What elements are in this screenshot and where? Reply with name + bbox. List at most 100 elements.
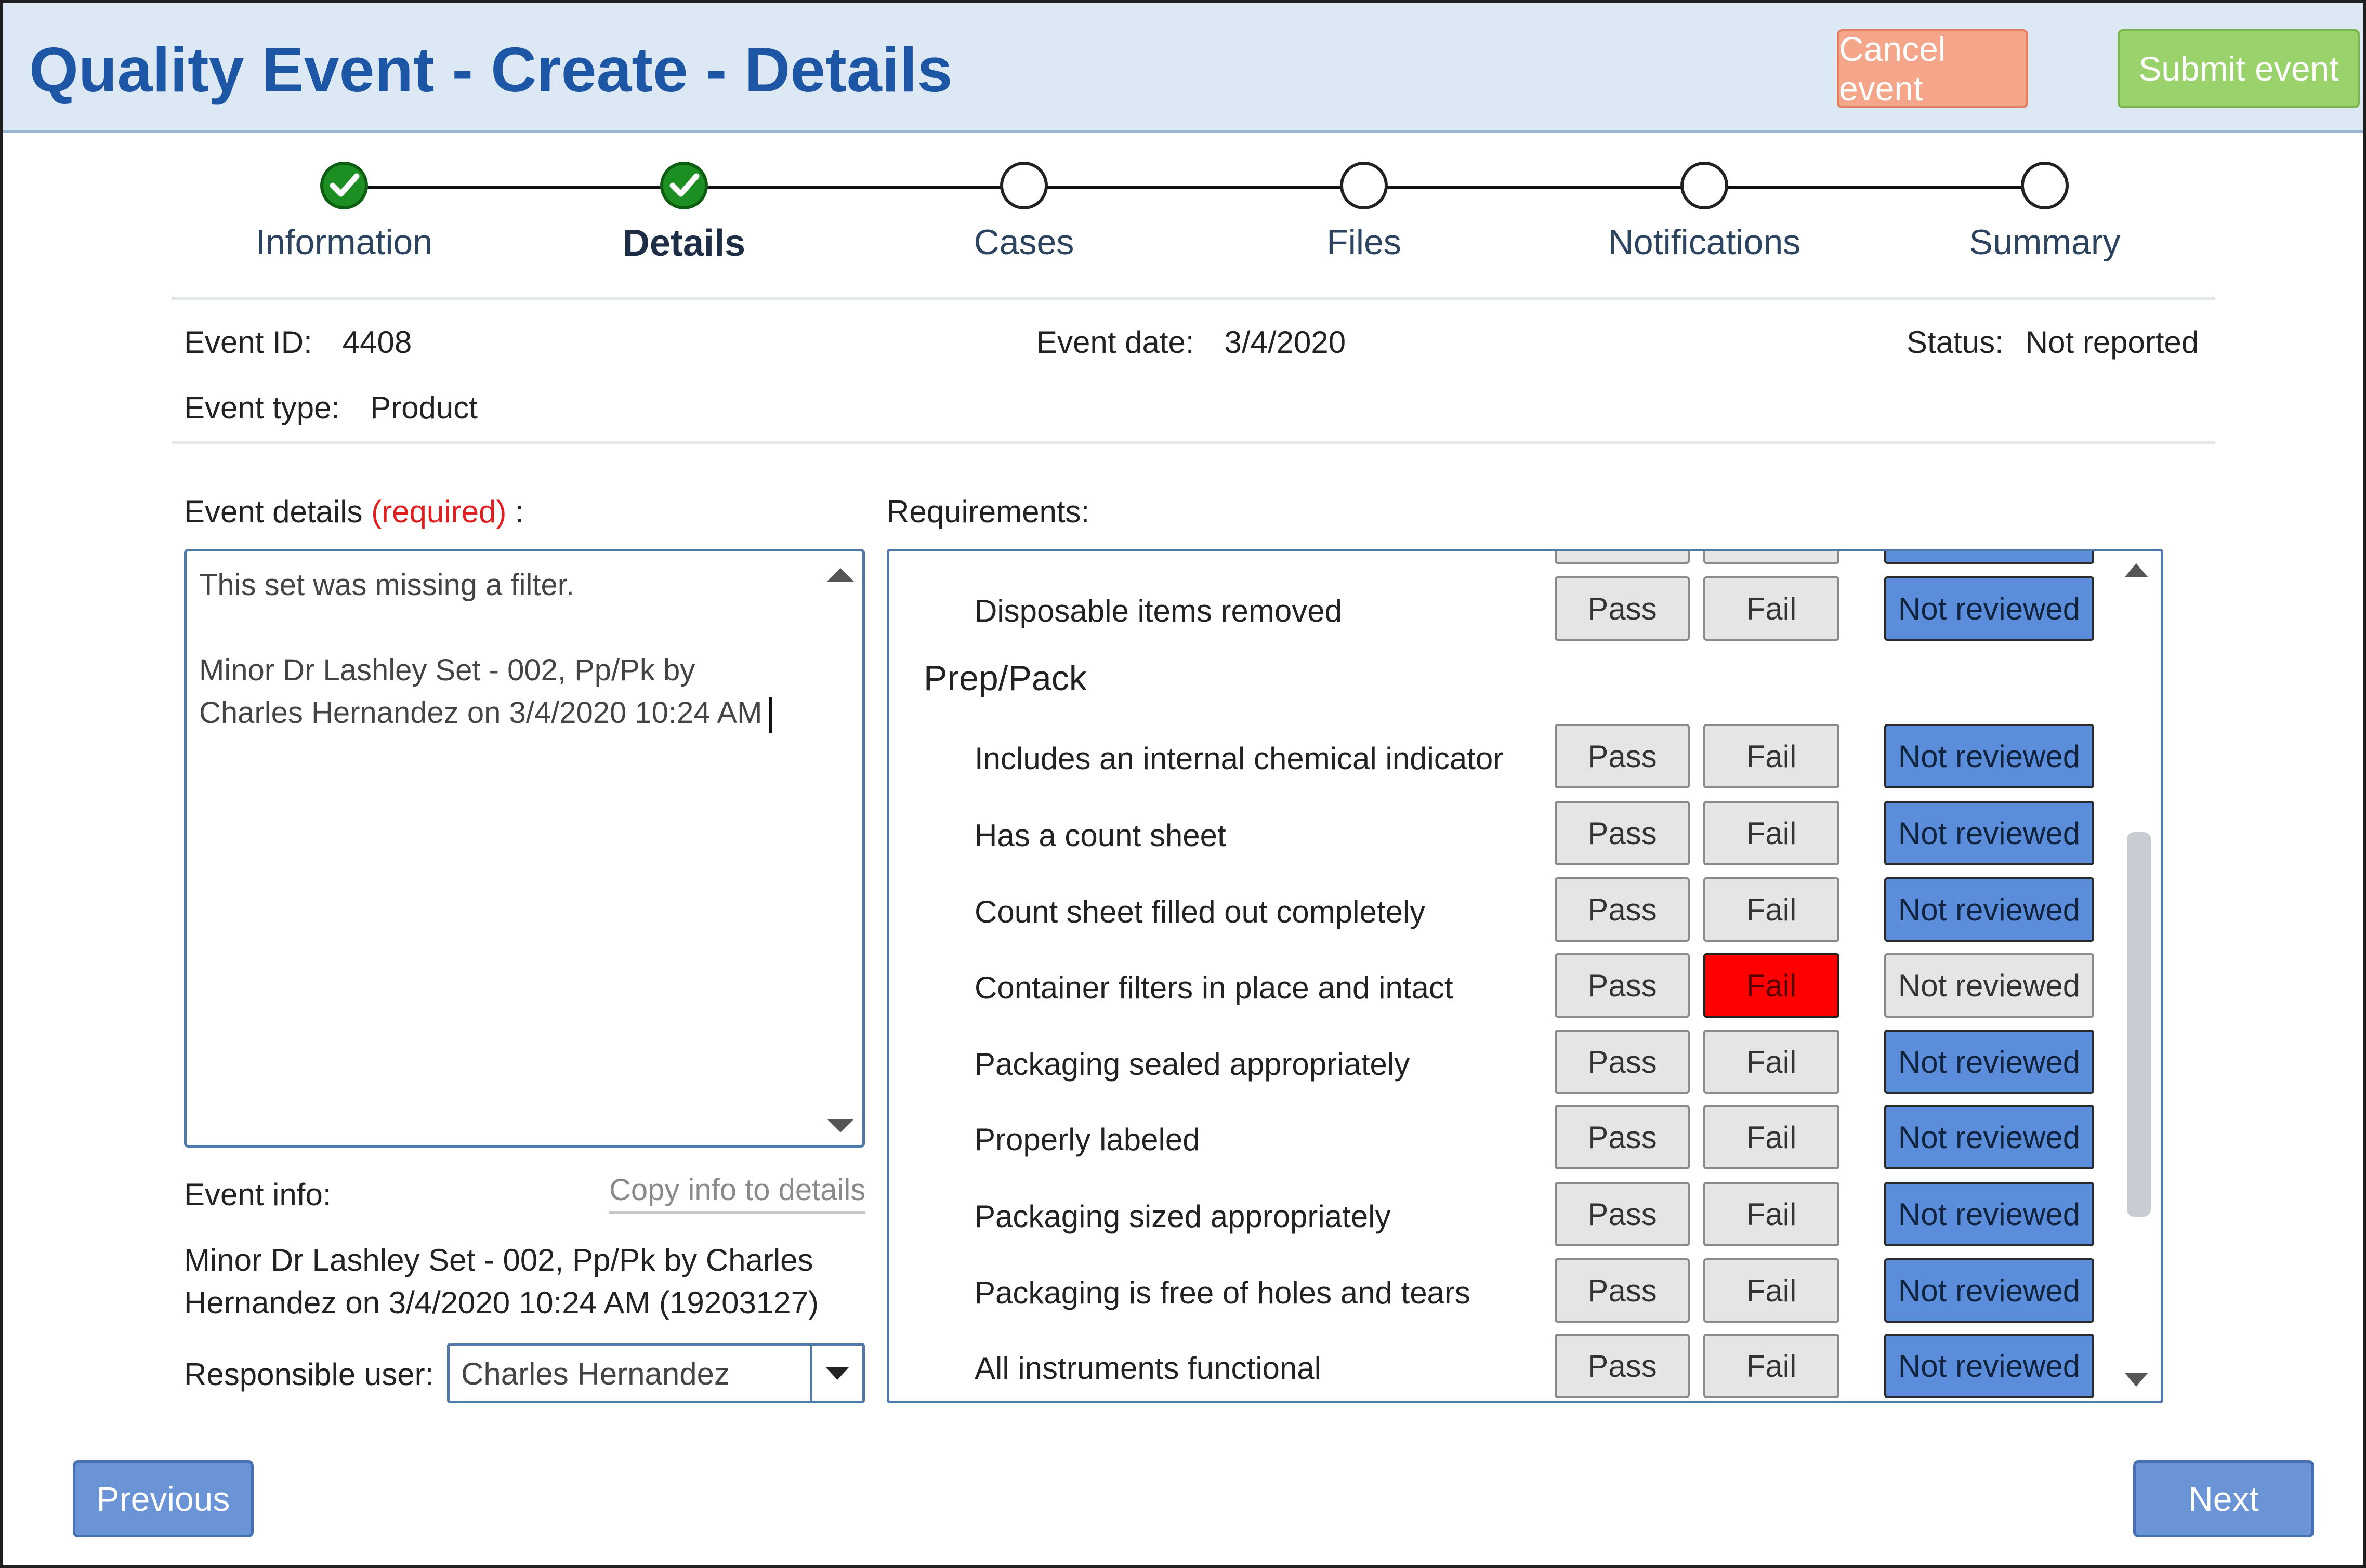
requirement-row: All instruments functional Pass Fail Not re… <box>889 1334 2132 1401</box>
event-type-label: Event type: <box>184 390 340 425</box>
select-separator <box>810 1346 812 1401</box>
scroll-up-icon[interactable] <box>2125 563 2148 577</box>
pass-button[interactable]: Pass <box>1555 1258 1690 1323</box>
next-button[interactable]: Next <box>2133 1460 2314 1537</box>
pass-button[interactable]: Pass <box>1555 801 1690 865</box>
requirement-label: Includes an internal chemical indicator <box>975 741 1504 776</box>
step-notifications[interactable]: Notifications <box>1564 162 1845 262</box>
status-badge: Not reported <box>2025 325 2199 360</box>
fail-button[interactable]: Fail <box>1703 801 1839 865</box>
pass-button[interactable]: Pass <box>1555 1182 1690 1246</box>
fail-button[interactable]: Fail <box>1703 1258 1839 1323</box>
fail-button[interactable]: Fail <box>1703 877 1839 942</box>
requirement-label: Packaging sized appropriately <box>975 1199 1391 1234</box>
step-pending-dot <box>1680 162 1728 209</box>
step-label: Notifications <box>1608 222 1801 262</box>
step-label: Details <box>622 222 746 264</box>
scroll-up-icon[interactable] <box>827 568 854 582</box>
pass-button[interactable] <box>1555 551 1690 564</box>
pass-button[interactable]: Pass <box>1555 877 1690 942</box>
pass-button[interactable]: Pass <box>1555 1030 1690 1094</box>
event-details-label: Event details (required) : <box>184 494 524 530</box>
not-reviewed-button[interactable]: Not reviewed <box>1884 1182 2094 1246</box>
pass-button[interactable]: Pass <box>1555 953 1690 1018</box>
event-info-text: Minor Dr Lashley Set - 002, Pp/Pk by Cha… <box>184 1239 870 1324</box>
requirement-label: Packaging is free of holes and tears <box>975 1275 1470 1310</box>
event-id-value: 4408 <box>342 325 412 360</box>
fail-button[interactable]: Fail <box>1703 724 1839 788</box>
responsible-user-select[interactable]: Charles Hernandez <box>447 1343 865 1403</box>
event-date-label: Event date: <box>1036 325 1194 360</box>
step-information[interactable]: Information <box>204 162 484 262</box>
step-label: Information <box>255 222 433 262</box>
not-reviewed-button[interactable]: Not reviewed <box>1884 801 2094 865</box>
event-id: Event ID: 4408 <box>184 324 412 360</box>
not-reviewed-button[interactable]: Not reviewed <box>1884 724 2094 788</box>
not-reviewed-button[interactable]: Not reviewed <box>1884 1334 2094 1398</box>
requirement-row: Container filters in place and intact Pas… <box>889 953 2132 1021</box>
divider-top <box>172 297 2215 300</box>
fail-button[interactable]: Fail <box>1703 1030 1839 1094</box>
requirement-row: Packaging sealed appropriately Pass Fail No… <box>889 1030 2132 1097</box>
requirement-row: Packaging sized appropriately Pass Fail Not… <box>889 1182 2132 1249</box>
header-bar: Quality Event - Create - Details Cancel … <box>3 3 2363 133</box>
fail-button[interactable] <box>1703 551 1839 564</box>
event-details-content[interactable]: This set was missing a filter. Minor Dr … <box>199 564 812 734</box>
not-reviewed-button[interactable]: Not reviewed <box>1884 1105 2094 1169</box>
fail-button[interactable]: Fail <box>1703 1334 1839 1398</box>
scrollbar-thumb[interactable] <box>2127 832 2151 1217</box>
not-reviewed-button[interactable]: Not reviewed <box>1884 953 2094 1018</box>
fail-button[interactable]: Fail <box>1703 576 1839 641</box>
responsible-user-value: Charles Hernandez <box>461 1356 730 1391</box>
step-complete-dot <box>320 162 368 209</box>
fail-button[interactable]: Fail <box>1703 953 1839 1018</box>
cancel-event-button[interactable]: Cancel event <box>1837 29 2028 108</box>
requirements-list[interactable]: Disposable items removed Pass Fail Not r… <box>887 549 2163 1403</box>
fail-button[interactable]: Fail <box>1703 1182 1839 1246</box>
not-reviewed-button[interactable] <box>1884 551 2094 564</box>
previous-button[interactable]: Previous <box>73 1460 254 1537</box>
pass-button[interactable]: Pass <box>1555 1105 1690 1169</box>
step-label: Summary <box>1969 222 2121 262</box>
scroll-down-icon[interactable] <box>2125 1373 2148 1387</box>
step-label: Cases <box>974 222 1074 262</box>
event-date: Event date: 3/4/2020 <box>1036 324 1346 360</box>
requirement-label: Disposable items removed <box>975 594 1342 628</box>
step-files[interactable]: Files <box>1224 162 1504 262</box>
scroll-down-icon[interactable] <box>827 1119 854 1132</box>
pass-button[interactable]: Pass <box>1555 1334 1690 1398</box>
event-details-label-suffix: : <box>506 494 524 529</box>
step-pending-dot <box>1340 162 1388 209</box>
step-complete-dot <box>660 162 708 209</box>
event-details-textarea[interactable]: This set was missing a filter. Minor Dr … <box>184 549 865 1148</box>
step-label: Files <box>1326 222 1401 262</box>
fail-button[interactable]: Fail <box>1703 1105 1839 1169</box>
pass-button[interactable]: Pass <box>1555 724 1690 788</box>
details-line-3: Charles Hernandez on 3/4/2020 10:24 AM <box>199 696 763 730</box>
chevron-down-icon[interactable] <box>826 1367 849 1380</box>
required-marker: (required) <box>371 494 507 529</box>
not-reviewed-button[interactable]: Not reviewed <box>1884 1258 2094 1323</box>
event-type-value: Product <box>370 390 478 425</box>
details-line-2: Minor Dr Lashley Set - 002, Pp/Pk by <box>199 653 695 687</box>
copy-info-to-details-link[interactable]: Copy info to details <box>609 1172 866 1214</box>
status-label: Status: <box>1907 325 2004 360</box>
step-cases[interactable]: Cases <box>884 162 1164 262</box>
requirement-label: Has a count sheet <box>975 818 1226 853</box>
step-details[interactable]: Details <box>544 162 824 265</box>
step-pending-dot <box>2021 162 2069 209</box>
divider-meta <box>172 441 2215 444</box>
requirement-row: Properly labeled Pass Fail Not reviewed <box>889 1105 2132 1172</box>
not-reviewed-button[interactable]: Not reviewed <box>1884 1030 2094 1094</box>
not-reviewed-button[interactable]: Not reviewed <box>1884 877 2094 942</box>
status: Status: Not reported <box>1907 324 2199 360</box>
pass-button[interactable]: Pass <box>1555 576 1690 641</box>
event-id-label: Event ID: <box>184 325 312 360</box>
submit-event-button[interactable]: Submit event <box>2118 29 2360 108</box>
step-summary[interactable]: Summary <box>1904 162 2185 262</box>
event-info-line-2: Hernandez on 3/4/2020 10:24 AM (19203127… <box>184 1285 819 1320</box>
requirements-scrollbar[interactable] <box>2122 559 2155 1396</box>
requirement-row: Packaging is free of holes and tears Pass… <box>889 1258 2132 1326</box>
not-reviewed-button[interactable]: Not reviewed <box>1884 576 2094 641</box>
details-line-1: This set was missing a filter. <box>199 568 574 602</box>
